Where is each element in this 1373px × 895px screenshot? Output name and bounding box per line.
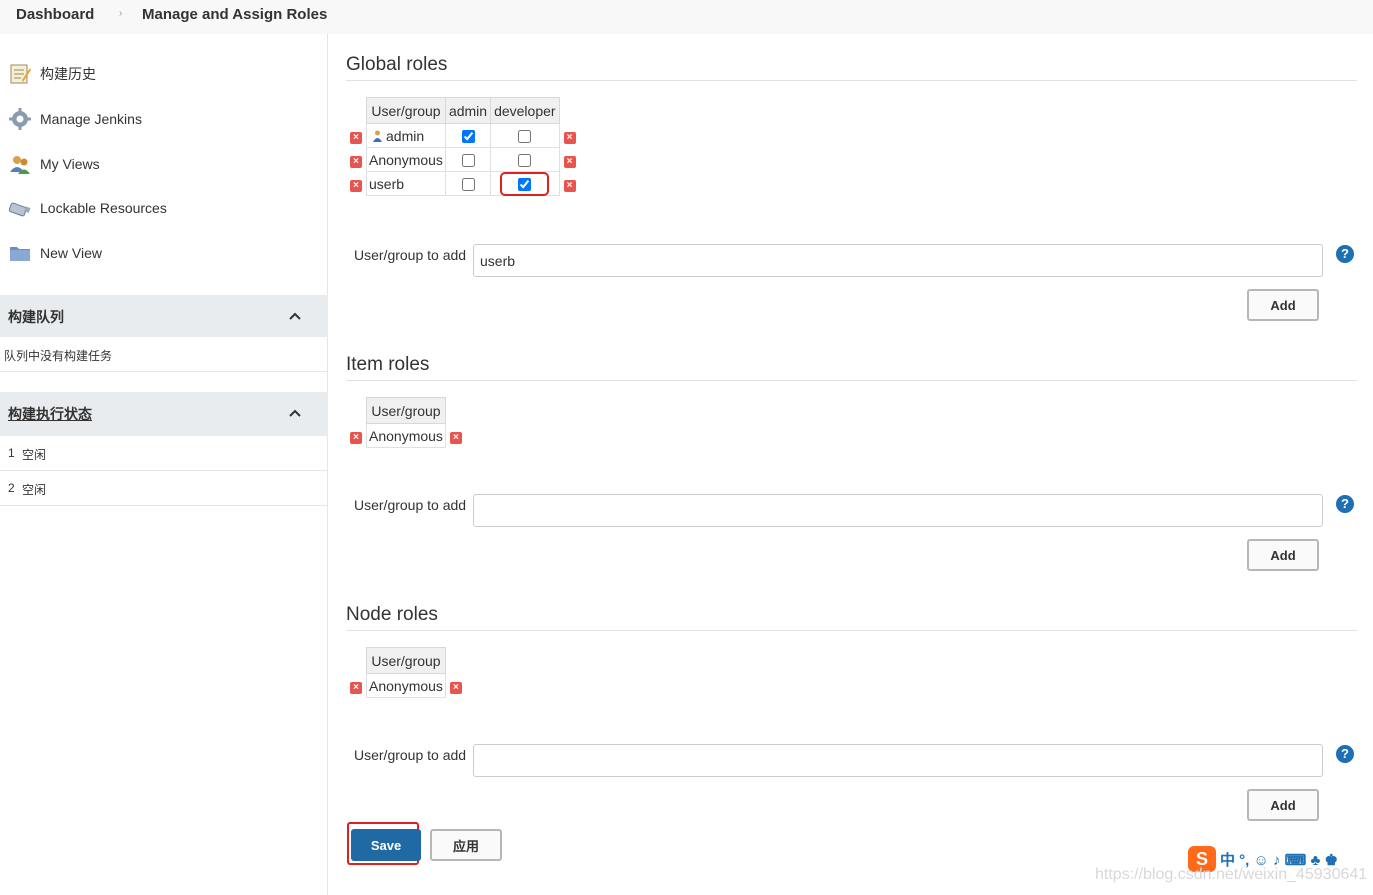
build-queue-empty: 队列中没有构建任务 xyxy=(0,337,328,372)
save-button[interactable]: Save xyxy=(351,829,421,861)
global-roles-title: Global roles xyxy=(346,54,1357,81)
breadcrumb-dashboard-link[interactable]: Dashboard xyxy=(16,6,94,23)
sidebar: 构建历史 Manage Jenkins My Views Lockable Re… xyxy=(0,34,328,895)
delete-row-icon[interactable]: × xyxy=(350,432,362,444)
column-header-user-group: User/group xyxy=(366,647,446,674)
developer-checkbox[interactable] xyxy=(518,130,532,144)
folder-icon xyxy=(10,247,30,261)
breadcrumb-separator: › xyxy=(119,8,123,19)
table-row: × admin × xyxy=(346,123,580,148)
sidebar-item-build-history[interactable]: 构建历史 xyxy=(0,54,328,94)
admin-checkbox[interactable] xyxy=(461,154,475,168)
build-queue-header[interactable]: 构建队列 xyxy=(0,295,328,337)
delete-row-icon[interactable]: × xyxy=(563,156,576,168)
table-row: × Anonymous × xyxy=(346,423,466,448)
breadcrumb-current-page: Manage and Assign Roles xyxy=(142,6,328,23)
admin-checkbox[interactable] xyxy=(461,130,475,144)
delete-row-icon[interactable]: × xyxy=(350,682,362,694)
help-icon[interactable]: ? xyxy=(1336,245,1354,263)
global-add-label: User/group to add xyxy=(354,247,467,263)
breadcrumb: Dashboard › Manage and Assign Roles xyxy=(0,0,1373,34)
executor-number: 2 xyxy=(8,481,15,495)
developer-checkbox[interactable] xyxy=(518,178,532,192)
watermark: https://blog.csdn.net/weixin_45930641 xyxy=(1095,866,1368,883)
node-add-label: User/group to add xyxy=(354,747,467,763)
sidebar-item-label: Lockable Resources xyxy=(40,200,167,216)
gear-icon xyxy=(9,108,31,130)
highlight-box xyxy=(500,171,550,196)
node-roles-title: Node roles xyxy=(346,604,1357,631)
executors-title[interactable]: 构建执行状态 xyxy=(8,404,92,424)
help-icon[interactable]: ? xyxy=(1336,495,1354,513)
item-user-group-input[interactable] xyxy=(473,494,1323,527)
delete-row-icon[interactable]: × xyxy=(563,132,576,144)
admin-checkbox[interactable] xyxy=(461,178,475,192)
sidebar-item-new-view[interactable]: New View xyxy=(0,233,328,273)
help-icon[interactable]: ? xyxy=(1336,745,1354,763)
developer-checkbox[interactable] xyxy=(518,154,532,168)
executor-row: 2 空闲 xyxy=(0,471,328,506)
sidebar-item-lockable-resources[interactable]: Lockable Resources xyxy=(0,188,328,228)
executor-status: 空闲 xyxy=(22,483,47,497)
role-user-name: userb xyxy=(366,171,446,196)
delete-row-icon[interactable]: × xyxy=(563,180,576,192)
role-user-name: Anonymous xyxy=(366,673,446,698)
usb-drive-icon xyxy=(8,202,31,217)
chevron-up-icon[interactable] xyxy=(288,406,302,420)
delete-row-icon[interactable]: × xyxy=(449,432,462,444)
executors-header[interactable]: 构建执行状态 xyxy=(0,392,328,436)
apply-button[interactable]: 应用 xyxy=(430,829,502,861)
delete-row-icon[interactable]: × xyxy=(350,180,362,192)
delete-row-icon[interactable]: × xyxy=(449,682,462,694)
sidebar-item-label: 构建历史 xyxy=(40,66,96,82)
build-queue-title: 构建队列 xyxy=(8,309,64,325)
item-roles-table: User/group × Anonymous × xyxy=(346,397,466,448)
executor-number: 1 xyxy=(8,446,15,460)
role-user-name: Anonymous xyxy=(366,147,446,172)
table-row: × Anonymous × xyxy=(346,147,580,172)
users-icon xyxy=(10,156,30,174)
user-icon xyxy=(373,130,382,142)
node-roles-table: User/group × Anonymous × xyxy=(346,647,466,698)
sidebar-item-label: New View xyxy=(40,245,102,261)
column-header-user-group: User/group xyxy=(366,97,446,124)
delete-row-icon[interactable]: × xyxy=(350,156,362,168)
sidebar-item-label: Manage Jenkins xyxy=(40,111,142,127)
item-roles-title: Item roles xyxy=(346,354,1357,381)
global-user-group-input[interactable] xyxy=(473,244,1323,277)
sidebar-item-manage-jenkins[interactable]: Manage Jenkins xyxy=(0,99,328,139)
node-add-button[interactable]: Add xyxy=(1247,789,1319,821)
role-user-name: admin xyxy=(386,127,425,144)
delete-row-icon[interactable]: × xyxy=(350,132,362,144)
executor-status: 空闲 xyxy=(22,448,47,462)
node-user-group-input[interactable] xyxy=(473,744,1323,777)
notepad-icon xyxy=(10,64,31,84)
role-user-name: Anonymous xyxy=(366,423,446,448)
column-header-developer: developer xyxy=(490,97,560,124)
sidebar-item-my-views[interactable]: My Views xyxy=(0,144,328,184)
item-add-label: User/group to add xyxy=(354,497,467,513)
column-header-user-group: User/group xyxy=(366,397,446,424)
column-header-admin: admin xyxy=(444,97,492,124)
global-roles-table: User/group admin developer × admin × × A… xyxy=(346,97,580,196)
table-row: × userb × xyxy=(346,171,580,196)
role-user-name-cell: admin xyxy=(366,123,446,148)
chevron-up-icon[interactable] xyxy=(288,309,302,323)
global-add-button[interactable]: Add xyxy=(1247,289,1319,321)
build-queue-empty-text: 队列中没有构建任务 xyxy=(4,349,113,363)
sidebar-item-label: My Views xyxy=(40,156,100,172)
table-row: × Anonymous × xyxy=(346,673,466,698)
item-add-button[interactable]: Add xyxy=(1247,539,1319,571)
executor-row: 1 空闲 xyxy=(0,436,328,471)
